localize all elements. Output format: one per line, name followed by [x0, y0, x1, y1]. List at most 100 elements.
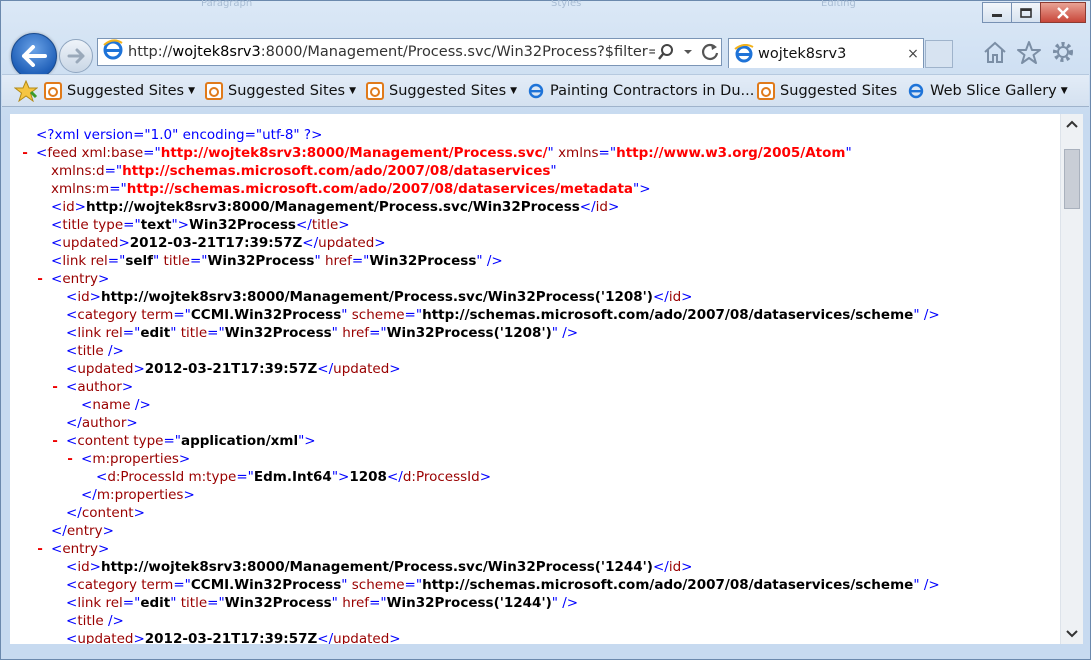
tools-button[interactable] [1050, 39, 1076, 65]
xml-token: > [389, 361, 401, 377]
favorites-item[interactable]: Suggested Sites ▼ [362, 79, 523, 103]
favorites-item-label: Painting Contractors in Du... [550, 82, 755, 99]
xml-token: " /> [551, 325, 579, 341]
xml-token: href [342, 325, 370, 341]
chevron-down-icon[interactable]: ▼ [349, 86, 356, 96]
chevron-down-icon[interactable]: ▼ [1061, 86, 1068, 96]
xml-token: > [183, 487, 195, 503]
collapse-toggle[interactable]: - [48, 378, 62, 396]
xml-line-text: <category term="CCMI.Win32Process" schem… [66, 306, 940, 324]
minimize-button[interactable] [982, 2, 1012, 23]
xml-token: </ [652, 559, 669, 575]
xml-token: > [74, 199, 86, 215]
tab-wojtek8srv3[interactable]: wojtek8srv3 × [728, 38, 924, 68]
chevron-down-icon[interactable]: ▼ [510, 86, 517, 96]
xml-token: id [668, 559, 682, 575]
back-button[interactable] [11, 33, 57, 79]
refresh-button[interactable] [699, 39, 721, 65]
favorites-item[interactable]: Web Slice Gallery ▼ [903, 79, 1074, 103]
xml-token: text [140, 217, 172, 233]
xml-token: author [81, 415, 127, 431]
favorites-button[interactable] [1016, 39, 1042, 65]
xml-token: " [170, 595, 181, 611]
xml-line-text: <link rel="edit" title="Win32Process" hr… [66, 324, 578, 342]
xml-token: " [153, 253, 164, 269]
scrollbar-thumb[interactable] [1064, 149, 1080, 209]
xml-token: < [51, 541, 63, 557]
favorites-item[interactable]: Suggested Sites [753, 79, 903, 103]
xml-token: CCMI.Win32Process [190, 307, 342, 323]
home-button[interactable] [982, 39, 1008, 65]
xml-line-text: xmlns:d="http://schemas.microsoft.com/ad… [51, 162, 557, 180]
xml-line-text: <name /> [81, 396, 151, 414]
xml-token: < [66, 613, 78, 629]
xml-token: < [66, 595, 78, 611]
xml-line-text: <?xml version="1.0" encoding="utf-8" ?> [36, 126, 322, 144]
arrow-right-icon [67, 48, 85, 64]
xml-token: " /> [476, 253, 503, 269]
xml-token: updated [77, 631, 134, 644]
collapse-toggle[interactable]: - [33, 270, 47, 288]
xml-token: </ [317, 631, 334, 644]
xml-token: title [77, 343, 104, 359]
xml-token: =" [143, 145, 161, 161]
scroll-up-button[interactable] [1061, 114, 1083, 134]
xml-token: =" [123, 217, 141, 233]
close-window-button[interactable] [1040, 2, 1086, 23]
xml-token: d:ProcessId [402, 469, 480, 485]
xml-token: Win32Process [224, 325, 332, 341]
xml-token: id [595, 199, 608, 215]
xml-token: http://wojtek8srv3:8000/Management/Proce… [100, 289, 653, 305]
xml-token: http://wojtek8srv3:8000/Management/Proce… [100, 559, 653, 575]
xml-token: /> [103, 343, 124, 359]
xml-token: < [66, 361, 78, 377]
xml-line-text: </m:properties> [81, 486, 195, 504]
xml-token: " /> [913, 577, 940, 593]
xml-token: CCMI.Win32Process [190, 577, 342, 593]
xml-token: > [89, 559, 101, 575]
xml-token: < [66, 577, 78, 593]
favorites-center-button[interactable] [12, 79, 40, 102]
new-tab-button[interactable] [925, 40, 953, 68]
xml-token: " [331, 325, 343, 341]
forward-button[interactable] [59, 39, 93, 73]
tab-close-button[interactable]: × [903, 46, 923, 62]
favorites-item[interactable]: Suggested Sites ▼ [40, 79, 201, 103]
xml-token: category term [77, 307, 174, 323]
xml-token: " [341, 577, 352, 593]
xml-token: "> [171, 217, 189, 233]
restore-button[interactable] [1011, 2, 1041, 23]
xml-token: edit [140, 325, 171, 341]
xml-token: =" [107, 253, 126, 269]
favorites-item[interactable]: Painting Contractors in Du... [523, 79, 755, 103]
scroll-down-button[interactable] [1061, 624, 1083, 644]
xml-token: link rel [77, 325, 123, 341]
xml-token: " /> [913, 307, 940, 323]
xml-token: < [96, 469, 108, 485]
xml-token: > [479, 469, 492, 485]
url-text[interactable]: http://wojtek8srv3:8000/Management/Proce… [128, 44, 655, 60]
collapse-toggle[interactable]: - [33, 540, 47, 558]
xml-token: 2012-03-21T17:39:57Z [129, 235, 303, 251]
search-button[interactable] [655, 39, 677, 65]
star-icon [1017, 41, 1041, 64]
xml-token: > [133, 505, 145, 521]
xml-token: < [66, 289, 78, 305]
xml-token: link rel [62, 253, 108, 269]
xml-token: /> [130, 397, 151, 413]
xml-token: title [311, 217, 339, 233]
favorites-item[interactable]: Suggested Sites ▼ [201, 79, 362, 103]
xml-token: Win32Process [189, 217, 296, 233]
chevron-down-icon[interactable]: ▼ [188, 86, 195, 96]
xml-token: </ [81, 487, 97, 503]
vertical-scrollbar[interactable] [1060, 114, 1083, 644]
address-dropdown-button[interactable] [677, 39, 699, 65]
collapse-toggle[interactable]: - [48, 432, 62, 450]
address-bar[interactable]: http://wojtek8srv3:8000/Management/Proce… [97, 38, 722, 66]
favorites-bar: Suggested Sites ▼ Suggested Sites ▼ Suggeste… [2, 74, 1089, 107]
collapse-toggle[interactable]: - [18, 144, 32, 162]
collapse-toggle[interactable]: - [63, 450, 77, 468]
suggested-sites-icon [757, 81, 776, 100]
xml-token: </ [66, 505, 82, 521]
xml-token: id [77, 559, 90, 575]
